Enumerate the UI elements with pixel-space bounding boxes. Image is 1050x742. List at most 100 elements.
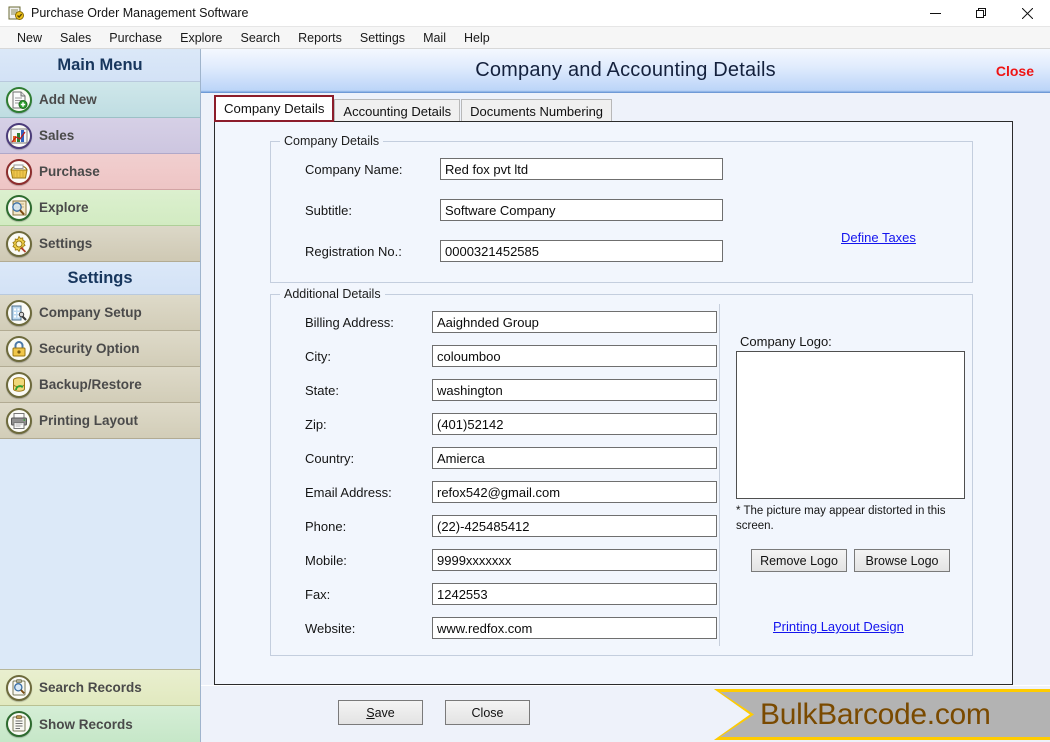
workspace: Main Menu Add New Sales Purchase Explore… (0, 49, 1050, 742)
tab-accounting-details[interactable]: Accounting Details (334, 99, 461, 122)
sidebar-item-label: Search Records (39, 680, 142, 695)
sidebar-item-label: Explore (39, 200, 89, 215)
footer-buttons: Save Close (338, 700, 530, 725)
tab-documents-numbering[interactable]: Documents Numbering (461, 99, 613, 122)
sidebar-settings-header: Settings (0, 262, 200, 295)
field-label: Mobile: (305, 552, 347, 568)
mobile-input[interactable]: 9999xxxxxxx (432, 549, 717, 571)
printer-icon (6, 407, 32, 434)
close-form-link[interactable]: Close (996, 63, 1034, 79)
field-label: Company Name: (305, 161, 403, 177)
brand-text: BulkBarcode.com (760, 697, 991, 731)
clipboard-list-icon (6, 711, 32, 737)
remove-logo-button[interactable]: Remove Logo (751, 549, 847, 572)
field-state: State: washington (305, 379, 717, 401)
tab-strip: Company Details Accounting Details Docum… (201, 93, 1050, 122)
company-details-legend: Company Details (280, 134, 384, 148)
database-refresh-icon (6, 371, 32, 398)
email-address-input[interactable]: refox542@gmail.com (432, 481, 717, 503)
window-title: Purchase Order Management Software (31, 6, 249, 20)
menu-item-explore[interactable]: Explore (171, 29, 231, 47)
window-controls (912, 0, 1050, 27)
field-zip: Zip: (401)52142 (305, 413, 717, 435)
field-billing-address: Billing Address: Aaighnded Group (305, 311, 717, 333)
define-taxes-link[interactable]: Define Taxes (841, 230, 916, 245)
field-label: Fax: (305, 586, 331, 602)
save-button[interactable]: Save (338, 700, 423, 725)
field-label: Subtitle: (305, 202, 352, 218)
sidebar-item-security-option[interactable]: Security Option (0, 331, 200, 367)
sidebar-item-label: Backup/Restore (39, 377, 142, 392)
fax-input[interactable]: 1242553 (432, 583, 717, 605)
field-label: State: (305, 382, 339, 398)
country-input[interactable]: Amierca (432, 447, 717, 469)
sidebar-item-company-setup[interactable]: Company Setup (0, 295, 200, 331)
field-label: Website: (305, 620, 356, 636)
sidebar-item-label: Settings (39, 236, 93, 251)
gear-pencil-icon (6, 230, 32, 257)
sidebar-item-label: Security Option (39, 341, 140, 356)
sidebar-item-label: Sales (39, 128, 75, 143)
close-window-button[interactable] (1004, 0, 1050, 27)
sidebar-item-purchase[interactable]: Purchase (0, 154, 200, 190)
menu-item-purchase[interactable]: Purchase (100, 29, 171, 47)
browse-logo-button[interactable]: Browse Logo (854, 549, 950, 572)
brand-banner: BulkBarcode.com (714, 689, 1050, 740)
additional-details-legend: Additional Details (280, 287, 385, 301)
sidebar-item-label: Show Records (39, 716, 133, 732)
sidebar-item-settings[interactable]: Settings (0, 226, 200, 262)
phone-input[interactable]: (22)-425485412 (432, 515, 717, 537)
menu-item-reports[interactable]: Reports (289, 29, 351, 47)
menu-item-mail[interactable]: Mail (414, 29, 455, 47)
sidebar-item-backup-restore[interactable]: Backup/Restore (0, 367, 200, 403)
sidebar-filler (0, 439, 200, 670)
padlock-icon (6, 335, 32, 362)
field-label: City: (305, 348, 331, 364)
company-logo-preview[interactable] (736, 351, 965, 499)
title-bar: Purchase Order Management Software (0, 0, 1050, 27)
field-phone: Phone: (22)-425485412 (305, 515, 717, 537)
menu-item-new[interactable]: New (8, 29, 51, 47)
menu-bar: New Sales Purchase Explore Search Report… (0, 27, 1050, 49)
sidebar-item-printing-layout[interactable]: Printing Layout (0, 403, 200, 439)
sidebar-item-search-records[interactable]: Search Records (0, 670, 200, 706)
logo-distortion-note: * The picture may appear distorted in th… (736, 505, 946, 532)
company-logo-label: Company Logo: (740, 334, 832, 349)
page-title: Company and Accounting Details (475, 59, 776, 81)
bar-chart-icon (6, 122, 32, 149)
field-mobile: Mobile: 9999xxxxxxx (305, 549, 717, 571)
minimize-button[interactable] (912, 0, 958, 27)
sidebar: Main Menu Add New Sales Purchase Explore… (0, 49, 201, 742)
save-button-rest: ave (374, 705, 395, 720)
registration-no-input[interactable]: 0000321452585 (440, 240, 723, 262)
tab-company-details[interactable]: Company Details (214, 95, 335, 122)
clipboard-magnifier-icon (6, 674, 32, 701)
close-button[interactable]: Close (445, 700, 530, 725)
restore-button[interactable] (958, 0, 1004, 27)
field-country: Country: Amierca (305, 447, 717, 469)
form-footer: Save Close BulkBarcode.com (201, 685, 1050, 742)
sidebar-item-sales[interactable]: Sales (0, 118, 200, 154)
field-city: City: coloumboo (305, 345, 717, 367)
sidebar-item-show-records[interactable]: Show Records (0, 706, 200, 742)
save-accel-letter: S (366, 705, 375, 720)
state-input[interactable]: washington (432, 379, 717, 401)
menu-item-help[interactable]: Help (455, 29, 499, 47)
zip-input[interactable]: (401)52142 (432, 413, 717, 435)
billing-address-input[interactable]: Aaighnded Group (432, 311, 717, 333)
field-label: Phone: (305, 518, 347, 534)
basket-icon (6, 158, 32, 185)
field-email-address: Email Address: refox542@gmail.com (305, 481, 717, 503)
city-input[interactable]: coloumboo (432, 345, 717, 367)
sidebar-item-add-new[interactable]: Add New (0, 82, 200, 118)
field-website: Website: www.redfox.com (305, 617, 717, 639)
subtitle-input[interactable]: Software Company (440, 199, 723, 221)
menu-item-settings[interactable]: Settings (351, 29, 414, 47)
sidebar-item-label: Printing Layout (39, 413, 138, 428)
printing-layout-design-link[interactable]: Printing Layout Design (773, 619, 904, 634)
menu-item-sales[interactable]: Sales (51, 29, 100, 47)
menu-item-search[interactable]: Search (232, 29, 290, 47)
company-name-input[interactable]: Red fox pvt ltd (440, 158, 723, 180)
website-input[interactable]: www.redfox.com (432, 617, 717, 639)
sidebar-item-explore[interactable]: Explore (0, 190, 200, 226)
